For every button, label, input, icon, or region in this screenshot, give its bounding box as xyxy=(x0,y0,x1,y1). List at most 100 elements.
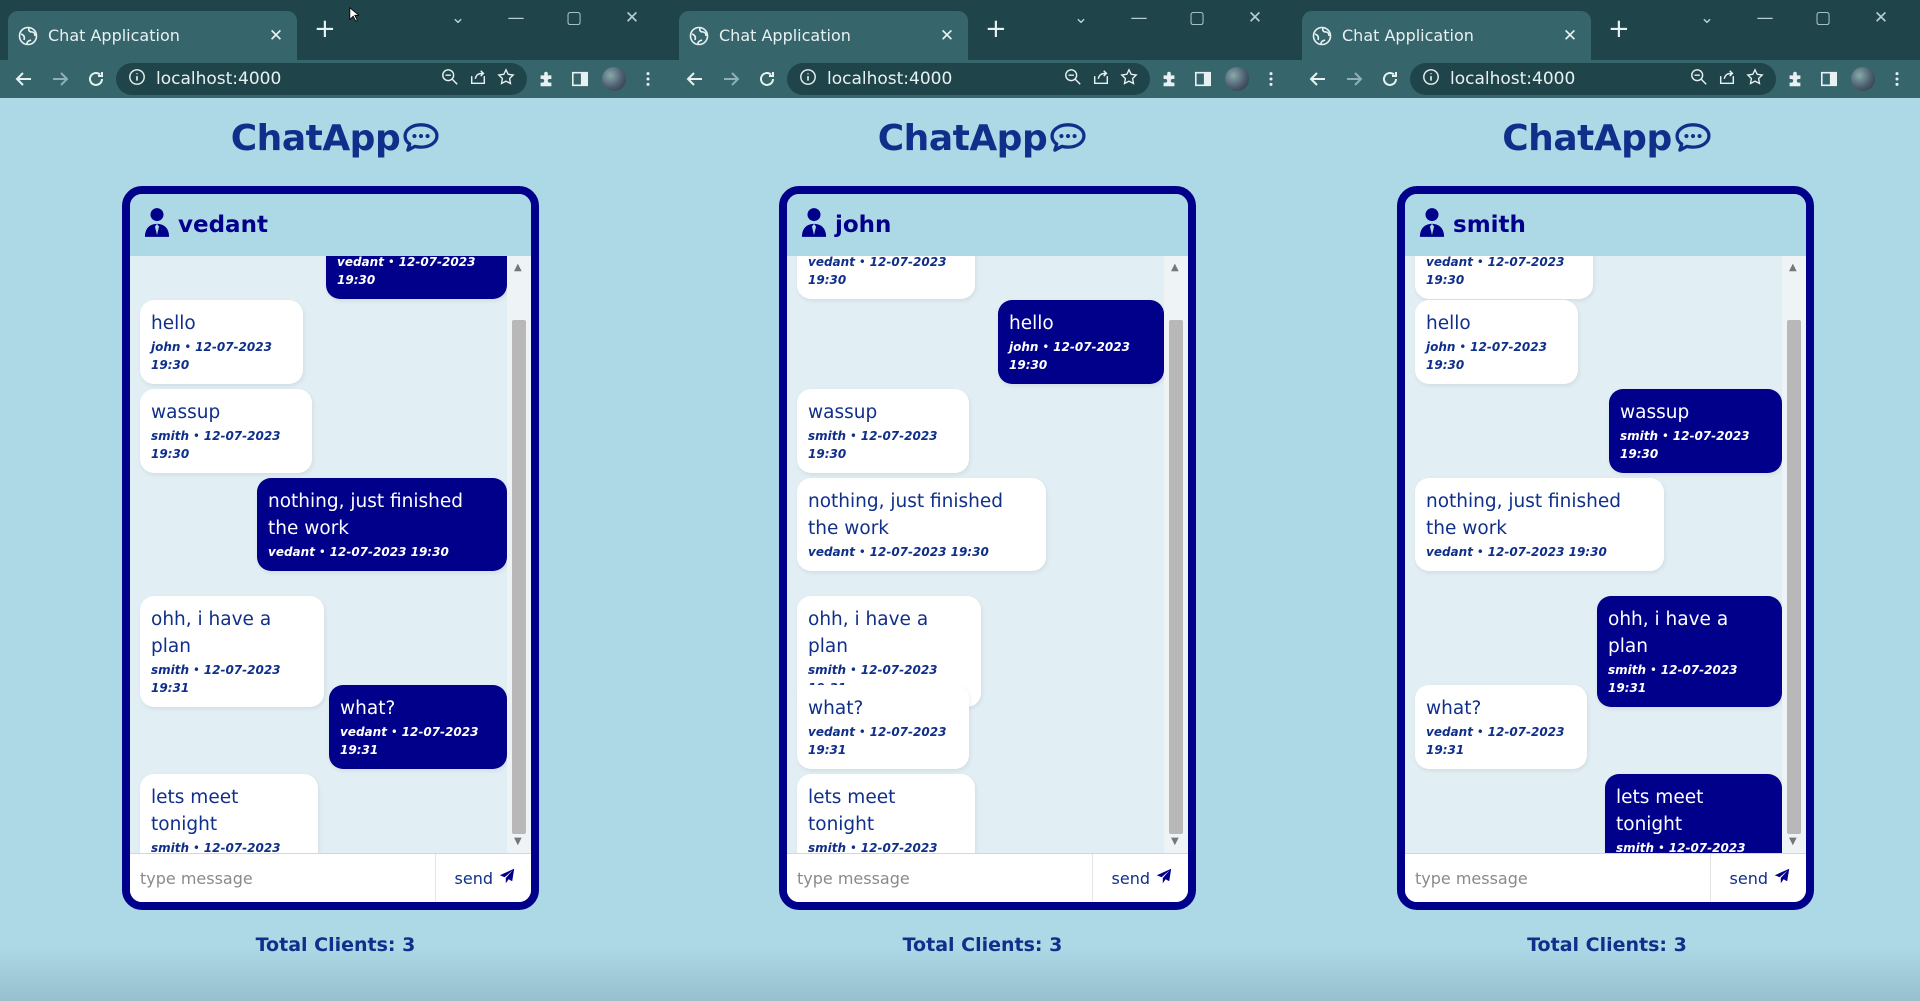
scrollbar-thumb[interactable] xyxy=(512,320,526,834)
received-message: nothing, just finished the work vedant • … xyxy=(1415,478,1664,571)
received-message: hello john • 12-07-2023 19:30 xyxy=(140,300,303,384)
browser-tab[interactable]: Chat Application ✕ xyxy=(679,11,968,60)
message-sender: vedant xyxy=(340,725,387,739)
forward-icon[interactable] xyxy=(44,63,76,95)
profile-avatar[interactable] xyxy=(1848,64,1878,94)
menu-dots-icon[interactable] xyxy=(1882,64,1912,94)
forward-icon[interactable] xyxy=(1338,63,1370,95)
share-icon[interactable] xyxy=(1718,68,1736,91)
address-bar[interactable]: localhost:4000 xyxy=(116,63,527,95)
minimize-icon[interactable]: — xyxy=(1110,8,1168,28)
maximize-icon[interactable]: ▢ xyxy=(545,8,603,28)
sent-message: wassup smith • 12-07-2023 19:30 xyxy=(1609,389,1782,473)
message-meta: smith • 12-07-2023 19:31 xyxy=(1608,661,1771,697)
scroll-up-icon[interactable]: ▲ xyxy=(514,262,522,273)
desktop: Chat Application ✕ + ⌄ — ▢ ✕ localhost:4000 Chat… xyxy=(0,0,1920,1001)
back-icon[interactable] xyxy=(1302,63,1334,95)
close-tab-icon[interactable]: ✕ xyxy=(936,26,958,46)
reload-icon[interactable] xyxy=(751,63,783,95)
scroll-down-icon[interactable]: ▼ xyxy=(514,836,522,847)
scroll-down-icon[interactable]: ▼ xyxy=(1789,836,1797,847)
message-input[interactable] xyxy=(130,854,435,902)
send-button[interactable]: send xyxy=(1092,854,1188,902)
message-scrollbar[interactable]: ▲ ▼ xyxy=(1164,256,1188,853)
back-icon[interactable] xyxy=(8,63,40,95)
share-icon[interactable] xyxy=(1092,68,1110,91)
reload-icon[interactable] xyxy=(1374,63,1406,95)
browser-toolbar: localhost:4000 xyxy=(0,60,671,98)
send-button[interactable]: send xyxy=(1710,854,1806,902)
meta-separator: • xyxy=(1658,429,1673,443)
forward-icon[interactable] xyxy=(715,63,747,95)
close-tab-icon[interactable]: ✕ xyxy=(1559,26,1581,46)
bookmark-star-icon[interactable] xyxy=(1120,67,1138,91)
back-icon[interactable] xyxy=(679,63,711,95)
meta-separator: • xyxy=(314,545,330,559)
close-window-icon[interactable]: ✕ xyxy=(1852,8,1910,28)
scroll-up-icon[interactable]: ▲ xyxy=(1171,262,1179,273)
new-tab-icon[interactable]: + xyxy=(314,16,336,42)
tab-search-icon[interactable]: ⌄ xyxy=(1052,8,1110,28)
message-text: lets meet tonight xyxy=(808,787,896,835)
info-icon[interactable] xyxy=(799,68,817,91)
share-icon[interactable] xyxy=(469,68,487,91)
send-button[interactable]: send xyxy=(435,854,531,902)
side-panel-icon[interactable] xyxy=(1188,64,1218,94)
menu-dots-icon[interactable] xyxy=(1256,64,1286,94)
zoom-icon[interactable] xyxy=(1690,68,1708,91)
extensions-icon[interactable] xyxy=(531,64,561,94)
close-tab-icon[interactable]: ✕ xyxy=(265,26,287,46)
message-sender: smith xyxy=(1616,841,1655,853)
info-icon[interactable] xyxy=(1422,68,1440,91)
browser-tab[interactable]: Chat Application ✕ xyxy=(8,11,297,60)
message-list[interactable]: vedant • 12-07-2023 19:30 hello john • 12-… xyxy=(130,256,507,853)
profile-avatar[interactable] xyxy=(599,64,629,94)
received-message: what? vedant • 12-07-2023 19:31 xyxy=(797,685,969,769)
new-tab-icon[interactable]: + xyxy=(1608,16,1630,42)
message-meta: smith • 12-07-2023 19:30 xyxy=(1620,427,1771,463)
scrollbar-thumb[interactable] xyxy=(1169,320,1183,834)
close-window-icon[interactable]: ✕ xyxy=(603,8,661,28)
message-list[interactable]: vedant • 12-07-2023 19:30 hello john • 12-… xyxy=(1405,256,1782,853)
message-input[interactable] xyxy=(1405,854,1710,902)
address-bar[interactable]: localhost:4000 xyxy=(787,63,1150,95)
tab-search-icon[interactable]: ⌄ xyxy=(429,8,487,28)
side-panel-icon[interactable] xyxy=(565,64,595,94)
message-input[interactable] xyxy=(787,854,1092,902)
extensions-icon[interactable] xyxy=(1154,64,1184,94)
extensions-icon[interactable] xyxy=(1780,64,1810,94)
zoom-icon[interactable] xyxy=(1064,68,1082,91)
bookmark-star-icon[interactable] xyxy=(1746,67,1764,91)
sent-message: ohh, i have a plan smith • 12-07-2023 19:… xyxy=(1597,596,1782,707)
address-bar[interactable]: localhost:4000 xyxy=(1410,63,1776,95)
app-logo: ChatApp xyxy=(0,118,671,161)
side-panel-icon[interactable] xyxy=(1814,64,1844,94)
maximize-icon[interactable]: ▢ xyxy=(1168,8,1226,28)
bookmark-star-icon[interactable] xyxy=(497,67,515,91)
browser-toolbar: localhost:4000 xyxy=(1294,60,1920,98)
scroll-up-icon[interactable]: ▲ xyxy=(1789,262,1797,273)
new-tab-icon[interactable]: + xyxy=(985,16,1007,42)
minimize-icon[interactable]: — xyxy=(487,8,545,28)
message-list[interactable]: vedant • 12-07-2023 19:30 hello john • 12-… xyxy=(787,256,1164,853)
menu-dots-icon[interactable] xyxy=(633,64,663,94)
close-window-icon[interactable]: ✕ xyxy=(1226,8,1284,28)
message-scrollbar[interactable]: ▲ ▼ xyxy=(1782,256,1806,853)
browser-toolbar: localhost:4000 xyxy=(671,60,1294,98)
tab-search-icon[interactable]: ⌄ xyxy=(1678,8,1736,28)
app-title: ChatApp xyxy=(877,118,1048,159)
message-meta: vedant • 12-07-2023 19:30 xyxy=(268,543,496,561)
reload-icon[interactable] xyxy=(80,63,112,95)
browser-tab[interactable]: Chat Application ✕ xyxy=(1302,11,1591,60)
url-text: localhost:4000 xyxy=(827,69,953,89)
info-icon[interactable] xyxy=(128,68,146,91)
scrollbar-thumb[interactable] xyxy=(1787,320,1801,834)
profile-avatar[interactable] xyxy=(1222,64,1252,94)
minimize-icon[interactable]: — xyxy=(1736,8,1794,28)
message-text: nothing, just finished the work xyxy=(268,491,464,539)
zoom-icon[interactable] xyxy=(441,68,459,91)
scroll-down-icon[interactable]: ▼ xyxy=(1171,836,1179,847)
message-scrollbar[interactable]: ▲ ▼ xyxy=(507,256,531,853)
tab-strip: Chat Application ✕ + ⌄ — ▢ ✕ xyxy=(671,0,1294,60)
maximize-icon[interactable]: ▢ xyxy=(1794,8,1852,28)
